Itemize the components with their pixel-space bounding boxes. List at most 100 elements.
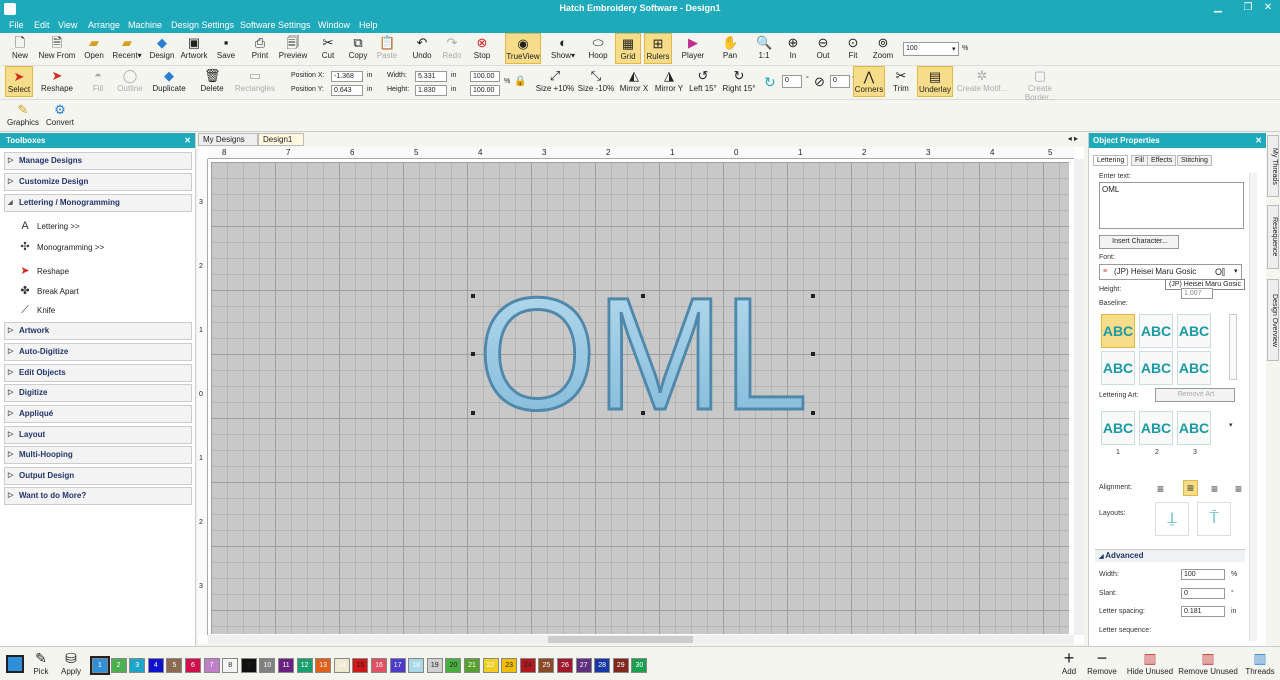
align-right-icon[interactable]: ≡: [1211, 482, 1218, 496]
rotate-left-button[interactable]: ↺ Left 15°: [688, 66, 718, 97]
create-motif-button[interactable]: ✲ Create Motif...: [956, 66, 1008, 97]
thread-color-swatch[interactable]: 21: [464, 658, 480, 673]
menu-machine[interactable]: Machine: [128, 20, 162, 30]
layout-option-icon[interactable]: ⍊: [1155, 502, 1189, 536]
threads-button[interactable]: ▥ Threads: [1244, 649, 1276, 679]
remove-thread-button[interactable]: − Remove: [1086, 649, 1118, 679]
open-button[interactable]: ▰ Open: [82, 33, 106, 64]
height-field[interactable]: 1.830: [415, 85, 447, 96]
cut-button[interactable]: ✂ Cut: [317, 33, 339, 64]
toolbox-layout[interactable]: Layout: [4, 426, 192, 444]
apply-button[interactable]: ⛁ Apply: [58, 649, 84, 679]
position-x-field[interactable]: -1.368: [331, 71, 363, 82]
close-icon[interactable]: ✕: [1255, 133, 1262, 148]
thread-color-swatch[interactable]: 17: [389, 658, 406, 673]
rotate-angle-field[interactable]: 0: [782, 75, 802, 88]
thread-color-swatch[interactable]: 12: [296, 658, 313, 673]
size-plus-button[interactable]: ⤢ Size +10%: [535, 66, 575, 97]
tab-scroll-icon[interactable]: ◂ ▸: [1068, 134, 1078, 143]
close-icon[interactable]: ✕: [1260, 2, 1276, 16]
break-apart-tool[interactable]: ✤ Break Apart: [18, 284, 78, 297]
baseline-option[interactable]: ABC: [1177, 351, 1211, 385]
selection-handle[interactable]: [811, 352, 815, 356]
menu-design-settings[interactable]: Design Settings: [171, 20, 234, 30]
menu-file[interactable]: File: [9, 20, 24, 30]
rectangles-button[interactable]: ▭ Rectangles: [231, 66, 279, 97]
remove-art-button[interactable]: Remove Art: [1155, 388, 1235, 402]
thread-color-swatch[interactable]: 4: [147, 658, 164, 673]
position-y-field[interactable]: 0.643: [331, 85, 363, 96]
zoom-out-button[interactable]: ⊖ Out: [811, 33, 835, 64]
reshape-button[interactable]: ➤ Reshape: [40, 66, 74, 97]
slant-field[interactable]: 0: [1181, 588, 1225, 599]
baseline-scrollbar[interactable]: [1229, 314, 1237, 380]
tab-lettering[interactable]: Lettering: [1093, 155, 1129, 166]
hoop-button[interactable]: ⬭ Hoop: [586, 33, 610, 64]
scrollbar-thumb[interactable]: [548, 636, 693, 643]
create-border-button[interactable]: ▢ Create Border...: [1012, 66, 1068, 102]
lettering-tool[interactable]: A Lettering >>: [18, 220, 79, 232]
scroll-up-icon[interactable]: ▾: [1229, 421, 1233, 429]
fit-button[interactable]: ⊙ Fit: [841, 33, 865, 64]
undo-button[interactable]: ↶ Undo: [410, 33, 434, 64]
copy-button[interactable]: ⧉ Copy: [345, 33, 371, 64]
thread-color-swatch[interactable]: 8: [222, 658, 239, 673]
knife-tool[interactable]: ⟋ Knife: [18, 304, 55, 317]
thread-color-swatch[interactable]: 2: [110, 658, 127, 673]
thread-color-swatch[interactable]: 20: [445, 658, 462, 673]
thread-color-swatch[interactable]: 13: [315, 658, 332, 673]
thread-color-swatch[interactable]: 16: [371, 658, 387, 673]
thread-color-swatch[interactable]: 15: [352, 658, 369, 673]
thread-color-swatch[interactable]: 14: [333, 658, 350, 673]
fill-button[interactable]: ◓ Fill: [86, 66, 110, 97]
thread-color-swatch[interactable]: 19: [426, 658, 443, 673]
lock-proportion-icon[interactable]: 🔒: [514, 76, 526, 87]
lettering-art-option[interactable]: ABC: [1101, 411, 1135, 445]
selection-handle[interactable]: [471, 411, 475, 415]
print-button[interactable]: ⎙ Print: [248, 33, 272, 64]
height-percent-field[interactable]: 100.00: [470, 85, 500, 96]
align-justify-icon[interactable]: ≡: [1235, 482, 1242, 496]
zoom-1to1-button[interactable]: 🔍 1:1: [752, 33, 776, 64]
thread-color-swatch[interactable]: 24: [519, 658, 536, 673]
side-tab-resequence[interactable]: Resequence: [1267, 205, 1279, 269]
thread-color-swatch[interactable]: 25: [538, 658, 555, 673]
toolbox-manage-designs[interactable]: Manage Designs: [4, 152, 192, 170]
delete-button[interactable]: 🗑 Delete: [198, 66, 226, 97]
zoom-in-button[interactable]: ⊕ In: [781, 33, 805, 64]
thread-color-swatch[interactable]: 7: [203, 658, 220, 673]
align-left-icon[interactable]: ≡: [1157, 482, 1164, 496]
width-field[interactable]: 100: [1181, 569, 1225, 580]
tab-fill[interactable]: Fill: [1131, 155, 1148, 166]
selection-handle[interactable]: [641, 411, 645, 415]
toolbox-customize-design[interactable]: Customize Design: [4, 173, 192, 191]
zoom-select[interactable]: 100: [903, 42, 959, 56]
zoom-button[interactable]: ⊚ Zoom: [870, 33, 896, 64]
save-button[interactable]: ▪ Save: [214, 33, 238, 64]
side-tab-my-threads[interactable]: My Threads: [1267, 135, 1279, 197]
thread-color-swatch[interactable]: 10: [259, 658, 276, 673]
toolbox-auto-digitize[interactable]: Auto-Digitize: [4, 343, 192, 361]
hide-unused-button[interactable]: ▥ Hide Unused: [1126, 649, 1174, 679]
thread-color-swatch[interactable]: 28: [594, 658, 611, 673]
convert-button[interactable]: ⚙ Convert: [44, 100, 76, 131]
graphics-button[interactable]: ✎ Graphics: [6, 100, 40, 131]
lettering-art-option[interactable]: ABC: [1139, 411, 1173, 445]
grid-button[interactable]: ▦ Grid: [615, 33, 641, 64]
thread-color-swatch[interactable]: 3: [129, 658, 146, 673]
recent-button[interactable]: ▰ Recent▾: [111, 33, 143, 64]
toolbox-want-more[interactable]: Want to do More?: [4, 487, 192, 505]
paste-button[interactable]: 📋 Paste: [375, 33, 399, 64]
baseline-option[interactable]: ABC: [1177, 314, 1211, 348]
thread-color-swatch[interactable]: 23: [501, 658, 518, 673]
remove-unused-button[interactable]: ▥ Remove Unused: [1178, 649, 1238, 679]
menu-view[interactable]: View: [58, 20, 77, 30]
size-minus-button[interactable]: ⤡ Size -10%: [577, 66, 615, 97]
selection-handle[interactable]: [811, 411, 815, 415]
toolbox-lettering-monogramming[interactable]: Lettering / Monogramming: [4, 194, 192, 212]
pick-button[interactable]: ✎ Pick: [30, 649, 52, 679]
toolbox-multi-hooping[interactable]: Multi-Hooping: [4, 446, 192, 464]
tab-my-designs[interactable]: My Designs: [198, 133, 258, 146]
rulers-button[interactable]: ⊞ Rulers: [644, 33, 672, 64]
embroidered-text[interactable]: OML: [468, 292, 818, 417]
